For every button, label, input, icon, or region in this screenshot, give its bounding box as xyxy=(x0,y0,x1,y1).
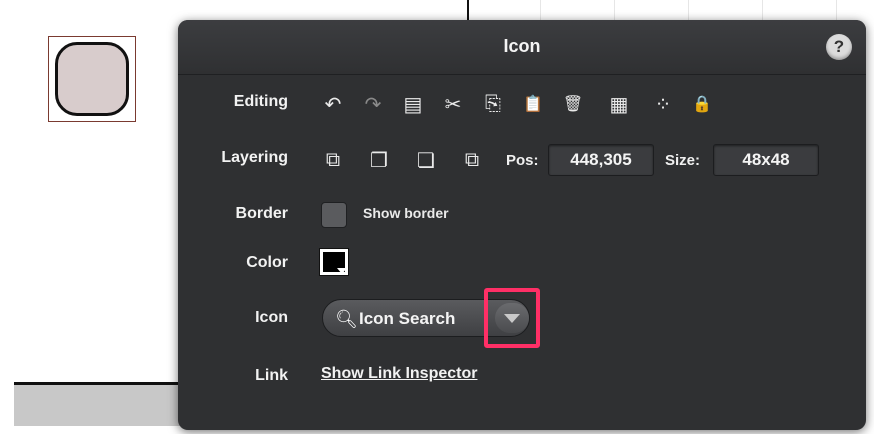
bring-forward-icon[interactable]: ❐ xyxy=(365,146,393,174)
position-field[interactable]: 448,305 xyxy=(548,144,654,176)
canvas-grid-line xyxy=(540,0,541,22)
send-to-back-icon[interactable]: ⧉ xyxy=(458,146,486,174)
link-label: Link xyxy=(255,367,288,384)
undo-icon[interactable]: ↶ xyxy=(319,90,347,118)
color-label: Color xyxy=(246,254,288,271)
redo-icon[interactable]: ↷ xyxy=(359,90,387,118)
cut-icon[interactable]: ✂ xyxy=(439,90,467,118)
position-label: Pos: xyxy=(506,152,539,169)
delete-icon[interactable]: 🗑 xyxy=(559,90,587,118)
panel-header: Icon ? xyxy=(178,20,866,75)
lock-icon[interactable]: 🔒 xyxy=(688,90,716,118)
icon-inspector-panel: Icon ? Editing ↶ ↷ ▤ ✂ ⎘ 📋 🗑 ▦ ⁘ 🔒 Layer… xyxy=(178,20,866,430)
layering-label: Layering xyxy=(221,149,288,166)
icon-search-placeholder: Icon Search xyxy=(359,309,456,328)
duplicate-icon[interactable]: ▤ xyxy=(399,90,427,118)
send-backward-icon[interactable]: ❏ xyxy=(412,146,440,174)
canvas-grid-line xyxy=(614,0,615,22)
show-link-inspector-link[interactable]: Show Link Inspector xyxy=(321,365,477,383)
size-label: Size: xyxy=(665,152,701,169)
search-icon: 🔍︎ xyxy=(335,309,358,329)
color-well[interactable] xyxy=(319,248,349,276)
show-border-label: Show border xyxy=(363,205,449,221)
canvas-grid-line xyxy=(688,0,689,22)
icon-label: Icon xyxy=(255,309,288,326)
selected-canvas-icon[interactable] xyxy=(48,36,136,122)
canvas-grid-line xyxy=(762,0,763,22)
panel-title: Icon xyxy=(503,36,541,56)
color-dropdown-arrow-icon xyxy=(337,268,347,274)
canvas-divider-line xyxy=(467,0,469,22)
group-icon[interactable]: ▦ xyxy=(605,90,633,118)
bring-to-front-icon[interactable]: ⧉ xyxy=(319,146,347,174)
ungroup-icon[interactable]: ⁘ xyxy=(649,90,677,118)
help-button[interactable]: ? xyxy=(826,34,852,60)
editing-label: Editing xyxy=(233,93,288,110)
icon-shape xyxy=(55,42,129,116)
paste-icon[interactable]: 📋 xyxy=(519,90,547,118)
dropdown-highlight-box xyxy=(484,288,540,348)
canvas-grid-line xyxy=(836,0,837,22)
copy-icon[interactable]: ⎘ xyxy=(479,90,507,118)
border-label: Border xyxy=(235,205,288,222)
size-field[interactable]: 48x48 xyxy=(713,144,819,176)
show-border-checkbox[interactable] xyxy=(321,202,347,228)
